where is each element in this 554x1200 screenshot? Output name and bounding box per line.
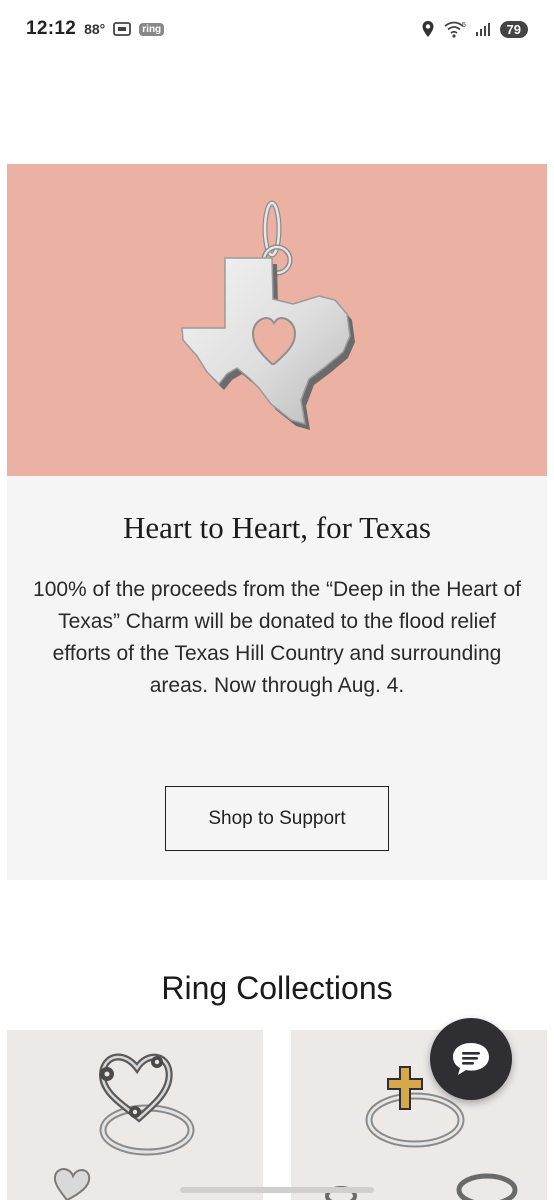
promo-title: Heart to Heart, for Texas bbox=[123, 510, 431, 545]
promo-card: Heart to Heart, for Texas 100% of the pr… bbox=[7, 164, 547, 880]
battery-icon: 79 bbox=[499, 20, 528, 38]
chat-button[interactable] bbox=[430, 1018, 512, 1100]
screenshot-icon bbox=[113, 21, 132, 37]
promo-description: 100% of the proceeds from the “Deep in t… bbox=[33, 578, 521, 697]
shop-to-support-button[interactable]: Shop to Support bbox=[165, 786, 389, 851]
status-time: 12:12 bbox=[26, 18, 77, 39]
status-right: 5 79 bbox=[421, 20, 528, 38]
ring-collections-title: Ring Collections bbox=[161, 970, 393, 1006]
status-left: 12:12 88° ring bbox=[26, 18, 165, 40]
floral-heart-ring-image bbox=[53, 1053, 195, 1200]
status-temperature: 88° bbox=[84, 21, 106, 37]
signal-icon bbox=[475, 21, 491, 37]
status-bar: 12:12 88° ring 5 79 bbox=[0, 0, 554, 58]
wifi-icon: 5 bbox=[443, 20, 466, 38]
collection-tile-floral-heart-ring[interactable] bbox=[7, 1030, 263, 1200]
location-icon bbox=[421, 20, 435, 38]
texas-heart-charm-image bbox=[181, 200, 355, 430]
ring-icon: ring bbox=[139, 22, 165, 36]
promo-image[interactable] bbox=[7, 164, 547, 476]
chat-bubble-icon bbox=[453, 1043, 489, 1075]
svg-text:5: 5 bbox=[462, 22, 466, 29]
home-indicator[interactable] bbox=[180, 1187, 374, 1193]
